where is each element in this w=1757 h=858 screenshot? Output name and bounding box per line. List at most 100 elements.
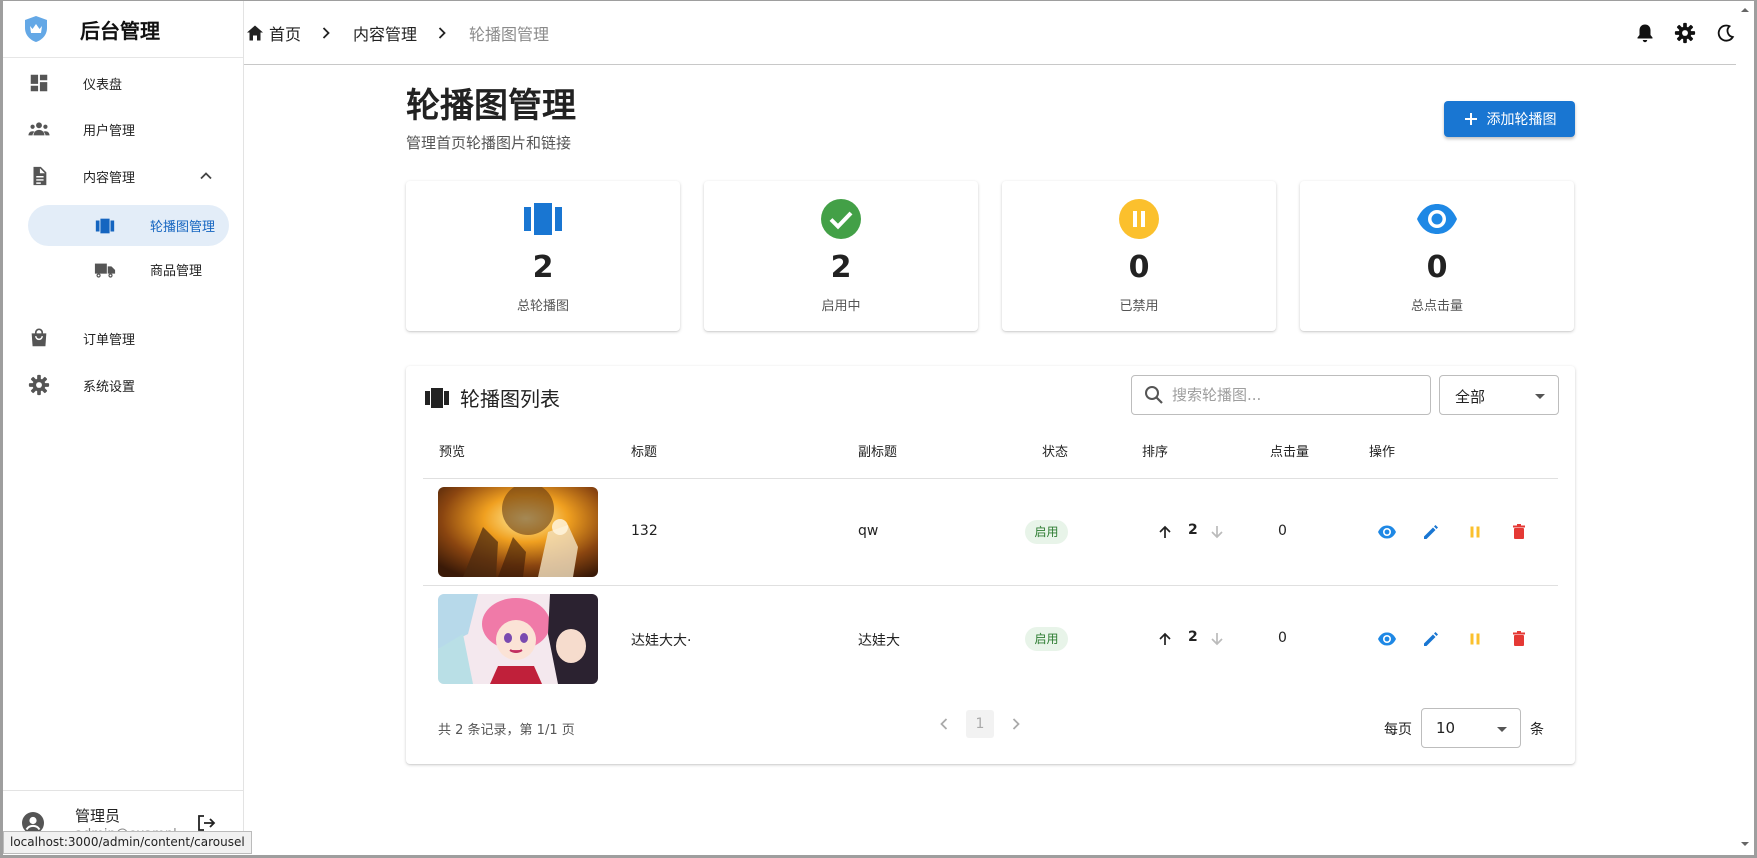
- dropdown-arrow-icon: [1535, 394, 1545, 399]
- dark-mode-moon-icon[interactable]: [1714, 22, 1736, 44]
- stat-label: 总点击量: [1410, 299, 1463, 314]
- sidebar-item-users[interactable]: 用户管理: [3, 109, 243, 149]
- per-page-value: 10: [1436, 719, 1456, 737]
- sidebar-item-label: 内容管理: [83, 170, 136, 186]
- breadcrumb-parent[interactable]: 内容管理: [353, 21, 417, 45]
- truck-icon: [94, 263, 116, 278]
- add-carousel-button[interactable]: 添加轮播图: [1444, 101, 1575, 137]
- breadcrumb: 首页 内容管理 轮播图管理: [246, 21, 549, 45]
- sort-order-value: 2: [1188, 629, 1198, 645]
- add-carousel-button-label: 添加轮播图: [1486, 112, 1557, 128]
- delete-trash-icon[interactable]: [1509, 629, 1529, 649]
- column-header-sort: 排序: [1142, 445, 1169, 460]
- stat-card-clicks: 0 总点击量: [1300, 181, 1574, 331]
- status-badge: 启用: [1025, 520, 1068, 544]
- search-input[interactable]: [1172, 386, 1412, 404]
- search-icon: [1145, 386, 1163, 404]
- chevron-right-icon: [322, 27, 330, 39]
- gear-icon[interactable]: [1674, 22, 1696, 44]
- stat-card-total: 2 总轮播图: [406, 181, 680, 331]
- breadcrumb-home[interactable]: 首页: [269, 21, 301, 45]
- stat-label: 总轮播图: [516, 299, 569, 314]
- column-header-title: 标题: [631, 445, 658, 460]
- sidebar-item-dashboard[interactable]: 仪表盘: [3, 63, 243, 103]
- pagination-info: 共 2 条记录，第 1/1 页: [438, 723, 575, 738]
- arrow-up-icon[interactable]: [1157, 524, 1173, 540]
- per-page-select[interactable]: 10: [1421, 708, 1521, 748]
- panel-title-text: 轮播图列表: [460, 387, 560, 411]
- arrow-down-icon[interactable]: [1209, 631, 1225, 647]
- row-title: 达娃大大·: [631, 633, 692, 649]
- home-icon[interactable]: [246, 24, 264, 42]
- stat-value: 2: [532, 250, 554, 285]
- table-row: 达娃大大· 达娃大 启用 2 0: [423, 586, 1558, 692]
- sidebar-subitem-label: 轮播图管理: [150, 220, 216, 235]
- sidebar-subitem-carousel[interactable]: 轮播图管理: [28, 205, 229, 246]
- edit-pencil-icon[interactable]: [1421, 522, 1441, 542]
- scroll-up-arrow-icon[interactable]: [1740, 5, 1750, 15]
- search-box[interactable]: [1131, 375, 1431, 415]
- topbar-actions: [1616, 22, 1736, 44]
- chevron-left-icon[interactable]: [934, 714, 954, 734]
- chevron-up-icon: [200, 172, 212, 180]
- sidebar-item-orders[interactable]: 订单管理: [3, 318, 243, 358]
- column-header-clicks: 点击量: [1270, 445, 1310, 460]
- stat-value: 0: [1128, 250, 1150, 285]
- column-header-status: 状态: [1042, 445, 1069, 460]
- status-bar-url: localhost:3000/admin/content/carousel: [3, 831, 252, 854]
- sidebar-item-label: 仪表盘: [83, 77, 123, 93]
- edit-pencil-icon[interactable]: [1421, 629, 1441, 649]
- sidebar-item-label: 订单管理: [83, 332, 136, 348]
- stat-card-disabled: 0 已禁用: [1002, 181, 1276, 331]
- sidebar-subitem-products[interactable]: 商品管理: [28, 249, 229, 290]
- pause-icon[interactable]: [1465, 629, 1485, 649]
- row-subtitle: 达娃大: [858, 633, 900, 649]
- pause-circle-icon: [1119, 199, 1159, 239]
- shopping-bag-icon: [31, 328, 47, 347]
- logout-icon[interactable]: [196, 813, 216, 833]
- sort-order-value: 2: [1188, 522, 1198, 538]
- stat-card-enabled: 2 启用中: [704, 181, 978, 331]
- sidebar-item-content[interactable]: 内容管理: [3, 156, 243, 196]
- pagination: 1: [934, 710, 1026, 738]
- breadcrumb-current: 轮播图管理: [469, 25, 550, 44]
- chevron-right-icon: [438, 27, 446, 39]
- stat-value: 0: [1426, 250, 1448, 285]
- user-name: 管理员: [75, 807, 121, 825]
- sidebar-item-label: 用户管理: [83, 123, 136, 139]
- sidebar-item-settings[interactable]: 系统设置: [3, 365, 243, 405]
- scroll-down-arrow-icon[interactable]: [1740, 839, 1750, 849]
- page-number-button[interactable]: 1: [966, 710, 994, 738]
- arrow-up-icon[interactable]: [1157, 631, 1173, 647]
- table-row: 132 qw 启用 2 0: [423, 479, 1558, 585]
- view-eye-icon[interactable]: [1377, 629, 1397, 649]
- row-title: 132: [631, 523, 658, 539]
- check-circle-icon: [821, 199, 861, 239]
- dashboard-icon: [30, 74, 48, 92]
- status-filter-select[interactable]: 全部: [1439, 375, 1559, 415]
- bell-icon[interactable]: [1634, 22, 1656, 44]
- view-eye-icon[interactable]: [1377, 522, 1397, 542]
- carousel-icon: [425, 387, 449, 408]
- status-badge: 启用: [1025, 627, 1068, 651]
- per-page-unit: 条: [1530, 722, 1544, 738]
- carousel-icon: [95, 218, 115, 233]
- preview-image[interactable]: [438, 487, 598, 577]
- document-icon: [33, 166, 47, 186]
- arrow-down-icon[interactable]: [1209, 524, 1225, 540]
- delete-trash-icon[interactable]: [1509, 522, 1529, 542]
- sidebar-item-label: 系统设置: [83, 379, 136, 395]
- chevron-right-icon[interactable]: [1006, 714, 1026, 734]
- carousel-icon: [524, 203, 562, 235]
- preview-image[interactable]: [438, 594, 598, 684]
- column-header-preview: 预览: [439, 445, 466, 460]
- column-header-subtitle: 副标题: [858, 445, 898, 460]
- pause-icon[interactable]: [1465, 522, 1485, 542]
- plus-icon: [1464, 113, 1477, 125]
- gear-icon: [28, 374, 50, 396]
- per-page-label: 每页: [1384, 722, 1412, 738]
- dropdown-arrow-icon: [1497, 727, 1507, 732]
- scrollbar[interactable]: [1736, 1, 1754, 854]
- shield-crown-icon: [25, 16, 47, 42]
- topbar: 首页 内容管理 轮播图管理: [244, 1, 1736, 65]
